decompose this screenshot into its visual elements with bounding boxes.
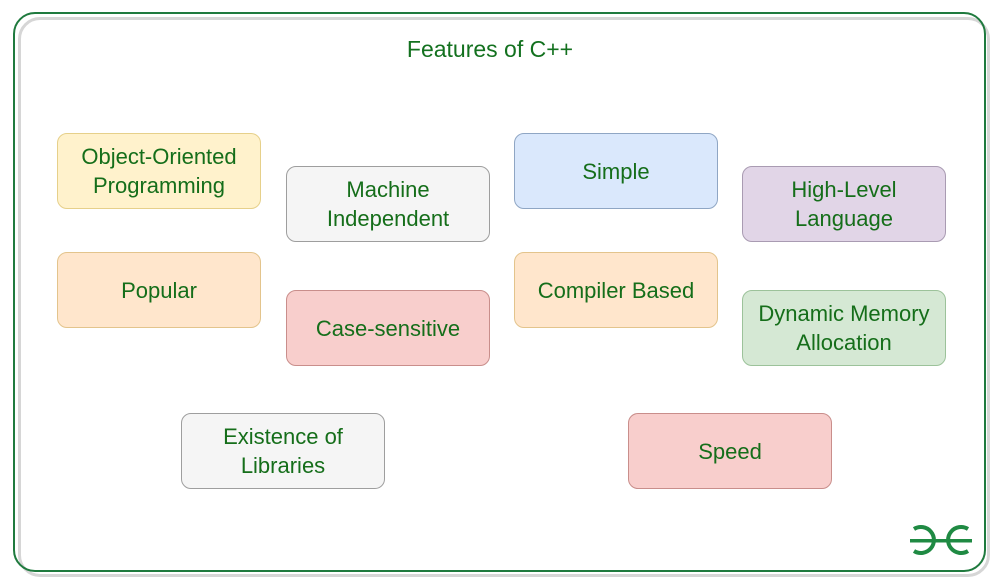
feature-object-oriented-programming: Object-Oriented Programming — [57, 133, 261, 209]
feature-simple: Simple — [514, 133, 718, 209]
feature-compiler-based: Compiler Based — [514, 252, 718, 328]
feature-existence-of-libraries: Existence of Libraries — [181, 413, 385, 489]
diagram-title: Features of C++ — [406, 36, 574, 62]
feature-case-sensitive: Case-sensitive — [286, 290, 490, 366]
feature-speed: Speed — [628, 413, 832, 489]
feature-popular: Popular — [57, 252, 261, 328]
feature-high-level-language: High-Level Language — [742, 166, 946, 242]
gfg-logo-icon — [910, 525, 972, 555]
feature-dynamic-memory-allocation: Dynamic Memory Allocation — [742, 290, 946, 366]
feature-machine-independent: Machine Independent — [286, 166, 490, 242]
